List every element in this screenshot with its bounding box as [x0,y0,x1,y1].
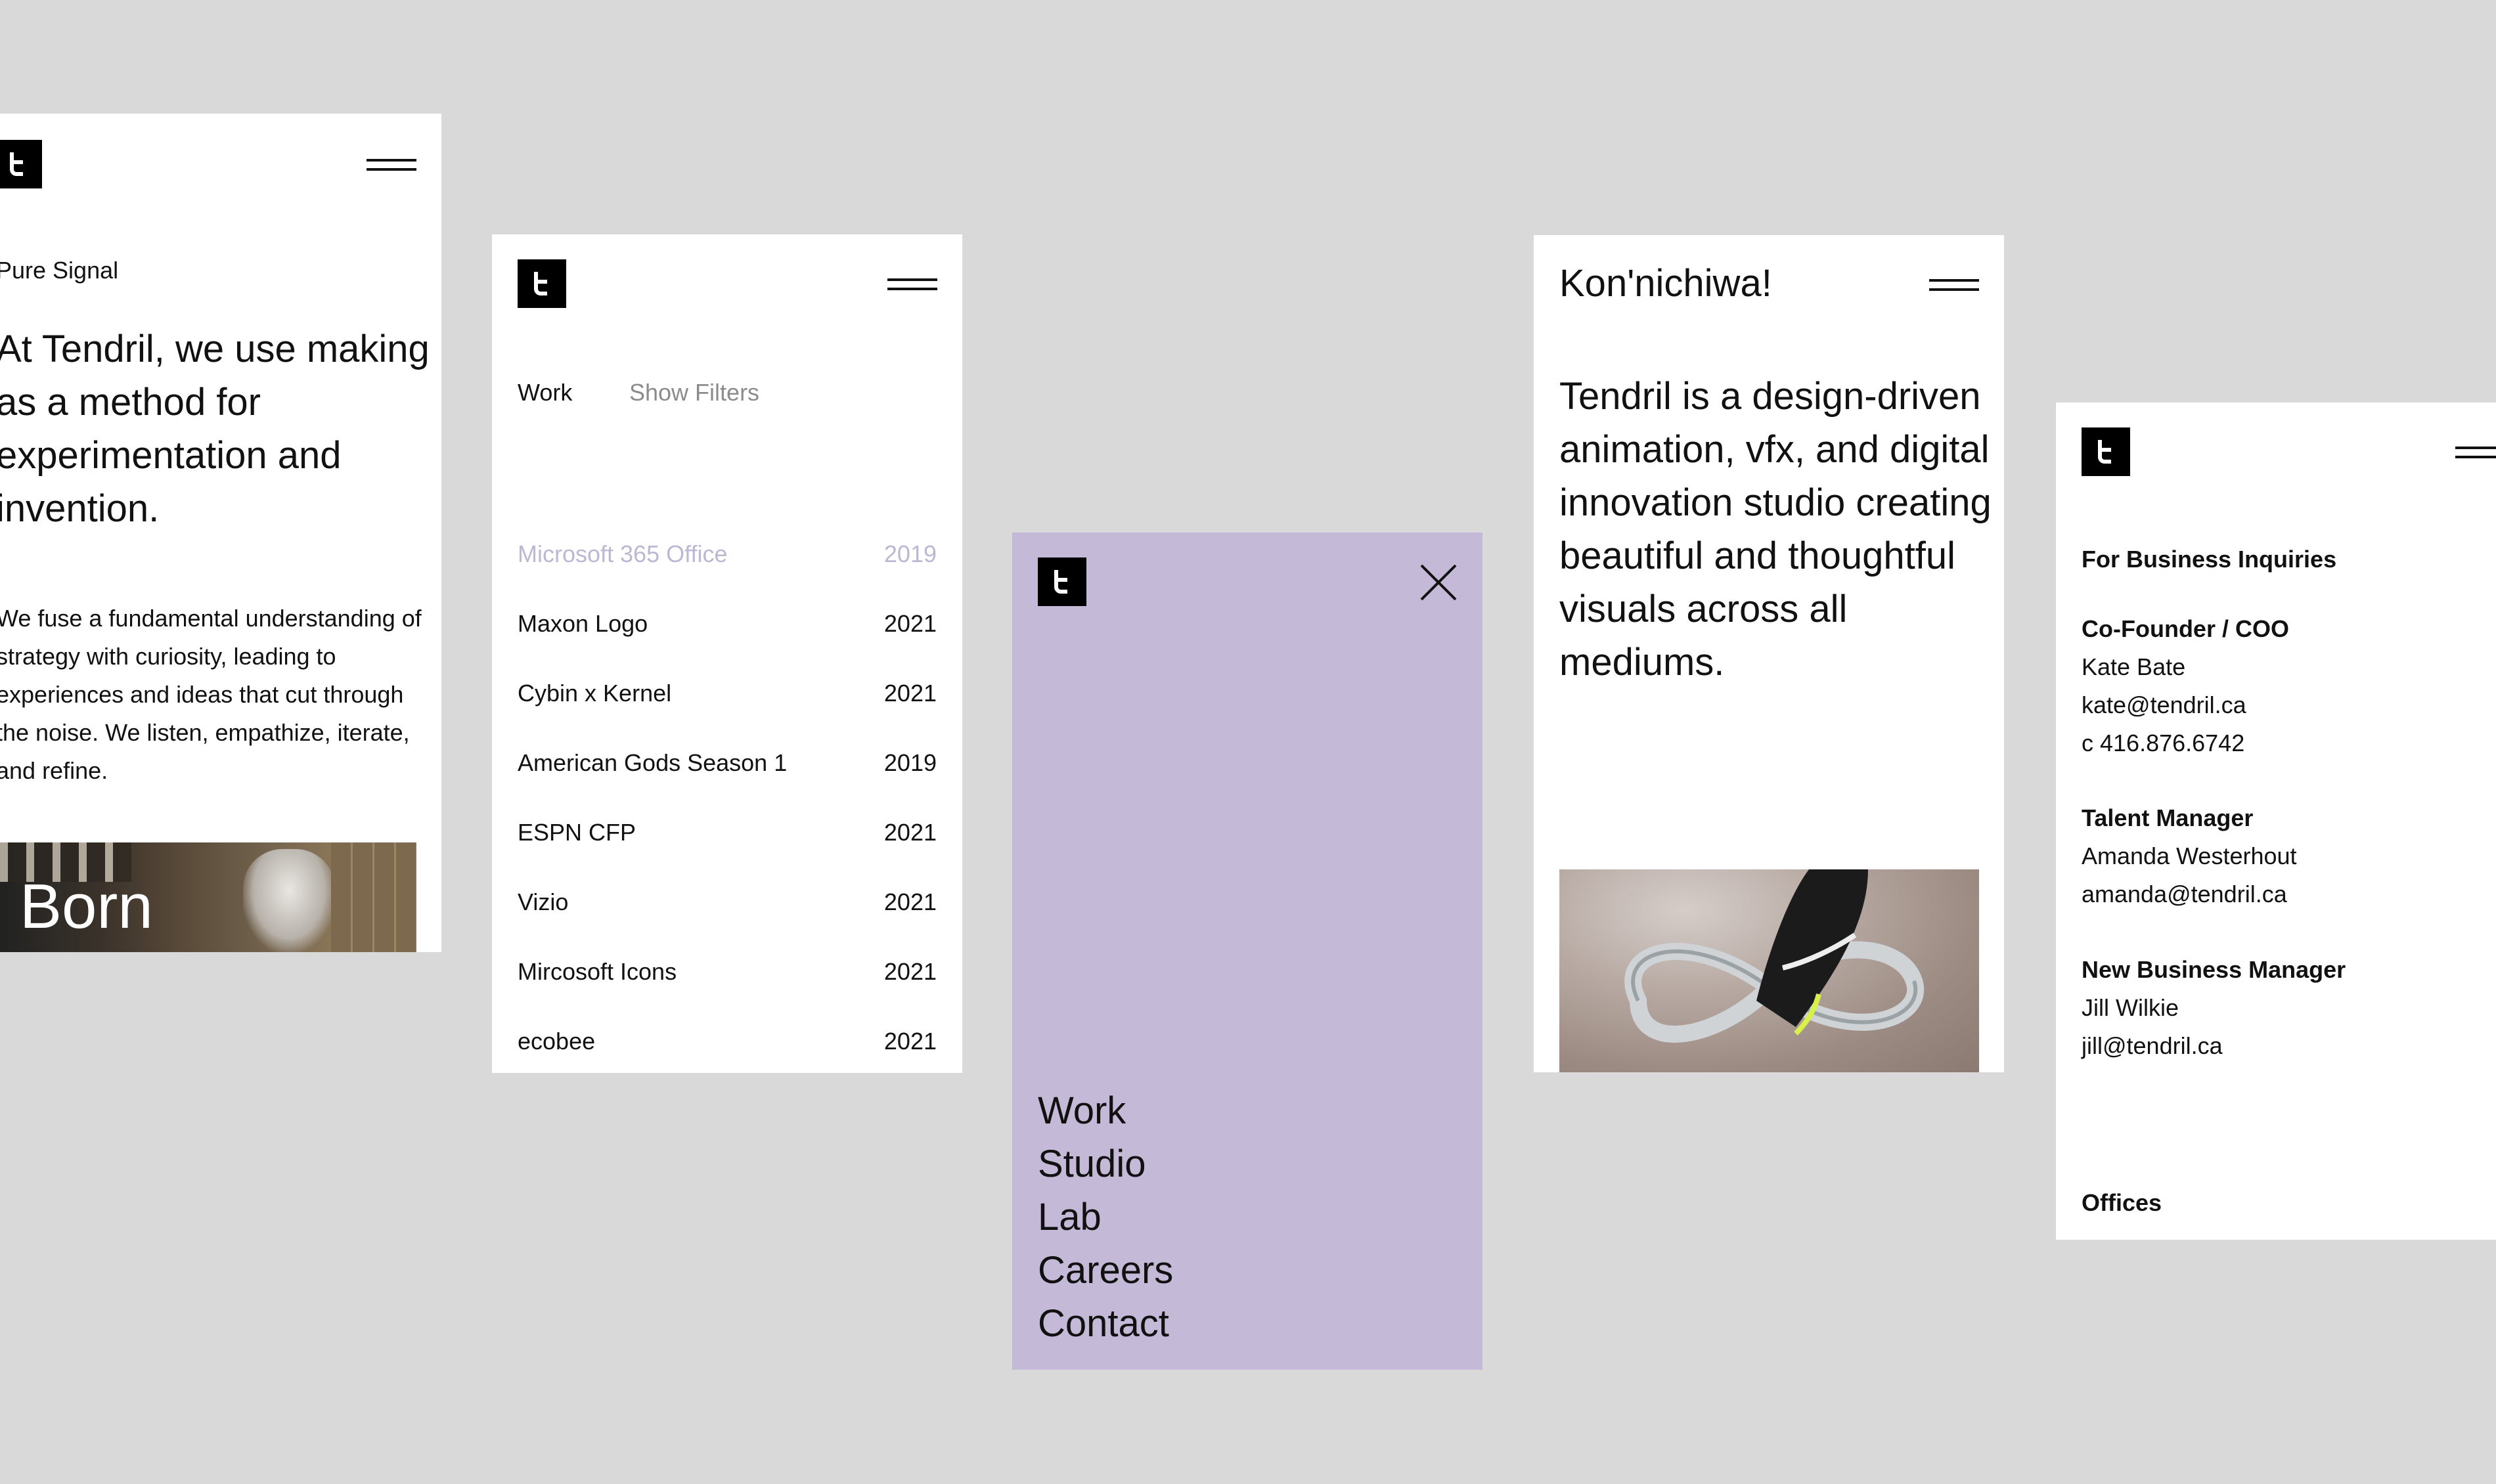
contact-name: Kate Bate [2082,653,2186,680]
list-item[interactable]: American Gods Season 1 2019 [518,749,937,819]
contact-card: For Business Inquiries Co-Founder / COO … [2056,403,2496,1240]
about-headline: At Tendril, we use making as a method fo… [0,328,430,530]
hamburger-menu-icon[interactable] [887,277,937,292]
greeting-title: Kon'nichiwa! [1559,262,1772,305]
list-item[interactable]: Mircosoft Icons 2021 [518,958,937,1028]
logo-mark-icon[interactable] [1038,557,1086,606]
offices-heading: Offices [2082,1189,2162,1216]
logo-mark-icon[interactable] [518,259,566,308]
about-body-text: We fuse a fundamental understanding of s… [0,605,422,784]
contact-name: Amanda Westerhout [2082,842,2297,869]
contact-phone[interactable]: c 416.876.6742 [2082,724,2289,762]
nav-item-studio[interactable]: Studio [1038,1137,1173,1190]
hamburger-menu-icon[interactable] [2455,445,2496,460]
list-item[interactable]: Cybin x Kernel 2021 [518,680,937,749]
contact-block: Talent Manager Amanda Westerhout amanda@… [2082,799,2297,913]
inquiries-heading: For Business Inquiries [2082,546,2337,573]
menu-overlay-card: Work Studio Lab Careers Contact [1012,533,1482,1370]
contact-email-link[interactable]: amanda@tendril.ca [2082,875,2297,913]
contact-block: Co-Founder / COO Kate Bate kate@tendril.… [2082,610,2289,762]
logo-mark-icon[interactable] [2082,427,2130,476]
list-item[interactable]: Microsoft 365 Office 2019 [518,540,937,610]
hamburger-menu-icon[interactable] [1929,278,1979,292]
about-card: Pure Signal At Tendril, we use making as… [0,114,441,952]
nav-item-lab[interactable]: Lab [1038,1190,1173,1244]
contact-name: Jill Wilkie [2082,994,2179,1021]
contact-email-link[interactable]: jill@tendril.ca [2082,1027,2346,1065]
list-item[interactable]: ecobee 2021 [518,1028,937,1073]
main-nav: Work Studio Lab Careers Contact [1038,1084,1173,1350]
logo-mark-icon[interactable] [0,140,42,188]
nav-item-work[interactable]: Work [1038,1084,1173,1137]
contact-role: Co-Founder / COO [2082,615,2289,642]
greeting-card: Kon'nichiwa! Tendril is a design-driven … [1534,235,2004,1072]
work-list-card: Work Show Filters Microsoft 365 Office 20… [492,234,962,1073]
close-icon[interactable] [1420,564,1457,601]
tab-work[interactable]: Work [518,379,572,406]
nav-item-careers[interactable]: Careers [1038,1244,1173,1297]
studio-description: Tendril is a design-driven animation, vf… [1559,375,1992,684]
work-list: Microsoft 365 Office 2019 Maxon Logo 2021 … [518,540,937,1073]
contact-email-link[interactable]: kate@tendril.ca [2082,686,2289,724]
list-item[interactable]: ESPN CFP 2021 [518,819,937,888]
nav-item-contact[interactable]: Contact [1038,1297,1173,1350]
contact-block: New Business Manager Jill Wilkie jill@te… [2082,951,2346,1065]
show-filters-button[interactable]: Show Filters [629,379,759,406]
eyebrow-label: Pure Signal [0,257,119,284]
contact-role: Talent Manager [2082,804,2254,831]
list-item[interactable]: Vizio 2021 [518,888,937,958]
shoe-render-image [1559,869,1979,1072]
list-item[interactable]: Maxon Logo 2021 [518,610,937,680]
hamburger-menu-icon[interactable] [367,158,416,172]
contact-role: New Business Manager [2082,956,2346,983]
photo-caption: Born [20,871,153,942]
